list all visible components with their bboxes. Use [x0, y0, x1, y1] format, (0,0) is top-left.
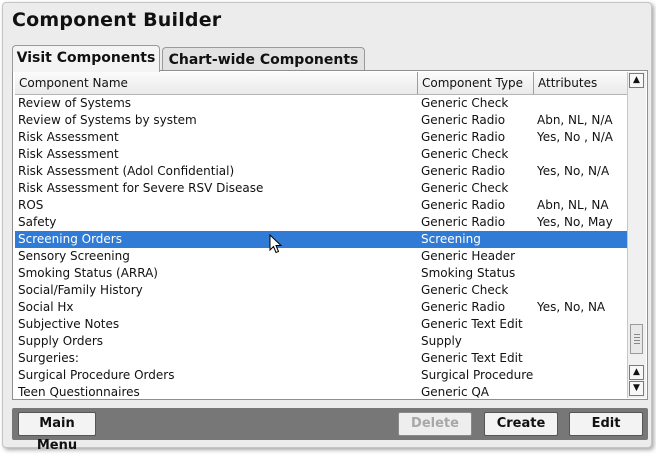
table-row[interactable]: Social Hx Generic Radio Yes, No, NA — [15, 299, 628, 316]
component-type-cell: Generic Header — [421, 249, 516, 263]
attributes-cell: Abn, NL, NA — [537, 198, 609, 212]
component-name-cell: ROS — [18, 198, 44, 212]
edit-button[interactable]: Edit — [569, 412, 643, 436]
table-row[interactable]: Review of Systems by system Generic Radio… — [15, 112, 628, 129]
scroll-up-arrow-icon-lower[interactable]: ▲ — [629, 365, 644, 380]
component-name-cell: Smoking Status (ARRA) — [18, 266, 158, 280]
component-name-cell: Risk Assessment — [18, 130, 119, 144]
component-name-cell: Sensory Screening — [18, 249, 130, 263]
create-button[interactable]: Create — [484, 412, 558, 436]
component-name-cell: Review of Systems by system — [18, 113, 197, 127]
component-name-cell: Subjective Notes — [18, 317, 120, 331]
table-row[interactable]: Smoking Status (ARRA) Smoking Status — [15, 265, 628, 282]
component-type-cell: Screening — [421, 232, 481, 246]
tab-visit-components[interactable]: Visit Components — [12, 45, 160, 72]
component-type-cell: Generic Check — [421, 96, 509, 110]
component-type-cell: Generic QA — [421, 385, 490, 398]
table-body: Review of Systems Generic Check Review of … — [15, 95, 628, 398]
table-row[interactable]: Supply Orders Supply — [15, 333, 628, 350]
component-builder-window: Component Builder Visit Components Chart… — [2, 2, 652, 453]
component-type-cell: Generic Check — [421, 181, 509, 195]
component-type-cell: Generic Radio — [421, 300, 506, 314]
component-type-cell: Surgical Procedure — [421, 368, 534, 382]
components-table: Component Name Component Type Attributes… — [12, 70, 648, 400]
component-name-cell: Surgical Procedure Orders — [18, 368, 175, 382]
attributes-cell: Yes, No, N/A — [537, 164, 610, 178]
table-row[interactable]: Screening Orders Screening — [15, 231, 628, 248]
scroll-up-arrow-icon[interactable]: ▲ — [629, 73, 644, 88]
component-type-cell: Generic Radio — [421, 130, 506, 144]
delete-button[interactable]: Delete — [398, 412, 472, 436]
component-name-cell: Social/Family History — [18, 283, 143, 297]
table-row[interactable]: Safety Generic Radio Yes, No, May — [15, 214, 628, 231]
component-type-cell: Generic Radio — [421, 164, 506, 178]
scrollbar-thumb[interactable] — [630, 324, 643, 354]
component-type-cell: Generic Radio — [421, 215, 506, 229]
mouse-cursor-icon — [269, 234, 283, 254]
window-title: Component Builder — [12, 9, 222, 31]
table-row[interactable]: Subjective Notes Generic Text Edit — [15, 316, 628, 333]
attributes-cell: Yes, No, NA — [537, 300, 606, 314]
component-type-cell: Generic Radio — [421, 198, 506, 212]
attributes-cell: Yes, No, May — [537, 215, 613, 229]
column-header-attributes[interactable]: Attributes — [534, 72, 628, 94]
column-header-component-type[interactable]: Component Type — [418, 72, 534, 94]
table-header: Component Name Component Type Attributes — [15, 72, 628, 95]
component-type-cell: Generic Text Edit — [421, 351, 523, 365]
component-type-cell: Generic Check — [421, 147, 509, 161]
component-name-cell: Screening Orders — [18, 232, 122, 246]
attributes-cell: Abn, NL, N/A — [537, 113, 613, 127]
component-type-cell: Generic Text Edit — [421, 317, 523, 331]
component-type-cell: Generic Radio — [421, 113, 506, 127]
component-name-cell: Risk Assessment — [18, 147, 119, 161]
table-row[interactable]: Risk Assessment Generic Radio Yes, No , N/… — [15, 129, 628, 146]
table-row[interactable]: Surgeries: Generic Text Edit — [15, 350, 628, 367]
scroll-down-arrow-icon[interactable]: ▼ — [629, 381, 644, 396]
table-row[interactable]: Sensory Screening Generic Header — [15, 248, 628, 265]
component-name-cell: Supply Orders — [18, 334, 104, 348]
table-row[interactable]: Review of Systems Generic Check — [15, 95, 628, 112]
table-row[interactable]: Risk Assessment for Severe RSV Disease Ge… — [15, 180, 628, 197]
component-name-cell: Surgeries: — [18, 351, 79, 365]
table-row[interactable]: Surgical Procedure Orders Surgical Proced… — [15, 367, 628, 384]
component-name-cell: Teen Questionnaires — [18, 385, 140, 398]
table-row[interactable]: Risk Assessment (Adol Confidential) Gener… — [15, 163, 628, 180]
table-row[interactable]: Social/Family History Generic Check — [15, 282, 628, 299]
tab-chart-wide-components[interactable]: Chart-wide Components — [162, 47, 365, 71]
vertical-scrollbar[interactable]: ▲ ▲ ▼ — [627, 72, 646, 398]
column-header-component-name[interactable]: Component Name — [15, 72, 418, 94]
bottom-toolbar: Main Menu Delete Create Edit — [12, 408, 648, 453]
component-type-cell: Generic Check — [421, 283, 509, 297]
main-menu-button[interactable]: Main Menu — [18, 412, 96, 453]
attributes-cell: Yes, No , N/A — [537, 130, 613, 144]
component-name-cell: Risk Assessment for Severe RSV Disease — [18, 181, 264, 195]
component-type-cell: Supply — [421, 334, 462, 348]
component-name-cell: Review of Systems — [18, 96, 132, 110]
component-name-cell: Social Hx — [18, 300, 74, 314]
component-type-cell: Smoking Status — [421, 266, 516, 280]
component-name-cell: Safety — [18, 215, 57, 229]
table-row[interactable]: ROS Generic Radio Abn, NL, NA — [15, 197, 628, 214]
table-row[interactable]: Risk Assessment Generic Check — [15, 146, 628, 163]
table-row[interactable]: Teen Questionnaires Generic QA — [15, 384, 628, 398]
component-name-cell: Risk Assessment (Adol Confidential) — [18, 164, 235, 178]
